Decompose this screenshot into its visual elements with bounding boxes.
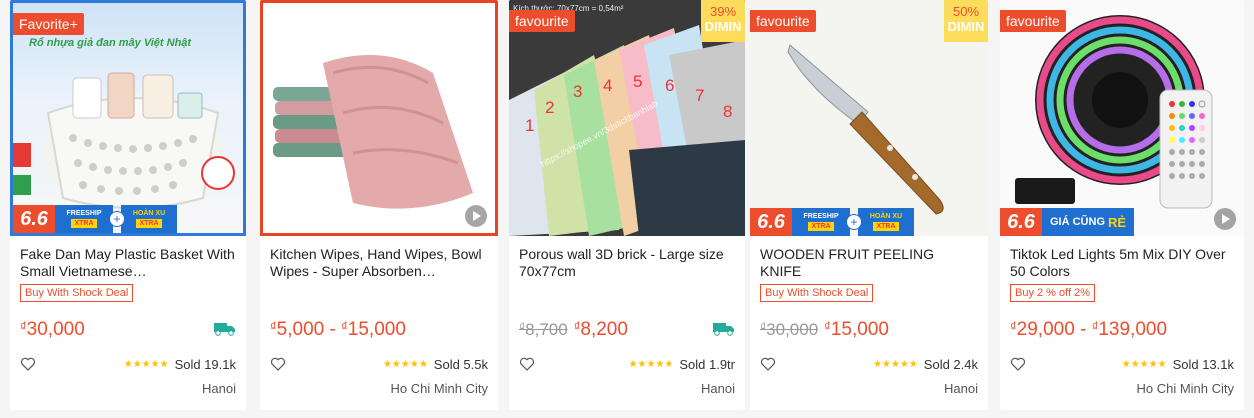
rating-stars-icon: ★★★★★ (628, 358, 674, 370)
play-icon[interactable] (465, 205, 487, 227)
rating-stars-icon: ★★★★★ (123, 358, 169, 370)
price-row: ₫5,000 - ₫15,000 (270, 318, 488, 342)
product-price: ₫30,000 (20, 319, 85, 340)
discount-badge: 50% DIMIN (944, 0, 988, 42)
product-image[interactable]: favourite 50% DIMIN 6.6 FREESHIP XTRA + … (750, 0, 988, 236)
heart-outline-icon[interactable] (760, 356, 776, 372)
heart-outline-icon[interactable] (270, 356, 286, 372)
product-info: Fake Dan May Plastic Basket With Small V… (10, 236, 246, 410)
sold-count: Sold 13.1k (1172, 356, 1234, 372)
discount-badge: 39% DIMIN (701, 0, 745, 42)
price-row: ₫8,700 ₫8,200 (519, 318, 735, 342)
product-image[interactable]: Kích thước: 70x77cm = 0,54m² https://sho… (509, 0, 745, 236)
shock-deal-tag: Buy With Shock Deal (20, 284, 134, 302)
panel-number: 1 (525, 116, 535, 135)
product-info: Porous wall 3D brick - Large size 70x77c… (509, 236, 745, 410)
freeship-xtra-badge: FREESHIP XTRA (792, 208, 850, 236)
meta-row: ★★★★★ Sold 2.4k (760, 354, 978, 374)
panel-number: 2 (545, 98, 555, 117)
original-price: ₫8,700 (519, 320, 568, 339)
promo-66-badge: 6.6 (750, 208, 792, 236)
sold-count: Sold 1.9tr (679, 356, 735, 372)
rating-stars-icon: ★★★★★ (1121, 358, 1167, 370)
sold-count: Sold 2.4k (923, 356, 978, 372)
plus-icon: + (109, 211, 125, 227)
product-card[interactable]: Favorite+ Rổ nhựa giả đan mây Việt Nhật … (10, 0, 246, 410)
panel-number: 7 (695, 86, 705, 105)
product-image[interactable]: favourite 6.6 GIÁ CŨNG RẺ (1000, 0, 1244, 236)
product-card[interactable]: Kitchen Wipes, Hand Wipes, Bowl Wipes - … (260, 0, 498, 410)
panel-number: 4 (603, 76, 613, 95)
freeship-xtra-badge: FREESHIP XTRA (55, 205, 113, 233)
shop-location: Hanoi (202, 381, 236, 396)
promo-bar: 6.6 GIÁ CŨNG RẺ (1000, 208, 1244, 236)
product-image[interactable]: Favorite+ Rổ nhựa giả đan mây Việt Nhật … (10, 0, 246, 236)
hoanxu-xtra-badge: HOÀN XU XTRA (858, 208, 914, 236)
bundle-deal-tag: Buy 2 % off 2% (1010, 284, 1096, 302)
product-info: WOODEN FRUIT PEELING KNIFE Buy With Shoc… (750, 236, 988, 410)
promo-bar: 6.6 FREESHIP XTRA + HOÀN XU XTRA (750, 208, 988, 236)
product-image[interactable] (260, 0, 498, 236)
free-shipping-truck-icon (214, 323, 235, 336)
product-card[interactable]: favourite 6.6 GIÁ CŨNG RẺ Tiktok Led Ligh… (1000, 0, 1244, 410)
heart-outline-icon[interactable] (20, 356, 36, 372)
favourite-badge: favourite (1000, 10, 1066, 32)
sold-count: Sold 19.1k (174, 356, 236, 372)
favorite-plus-badge: Favorite+ (13, 13, 84, 35)
promo-66-badge: 6.6 (13, 205, 55, 233)
product-title[interactable]: WOODEN FRUIT PEELING KNIFE (760, 246, 978, 280)
led-strip-illustration (1000, 0, 1244, 236)
panel-number: 8 (723, 102, 733, 121)
product-title[interactable]: Fake Dan May Plastic Basket With Small V… (20, 246, 236, 280)
product-grid: Favorite+ Rổ nhựa giả đan mây Việt Nhật … (0, 0, 1254, 418)
image-headline: Rổ nhựa giả đan mây Việt Nhật (29, 37, 192, 49)
product-info: Kitchen Wipes, Hand Wipes, Bowl Wipes - … (260, 236, 498, 410)
shop-location: Ho Chi Minh City (1136, 381, 1234, 396)
shop-location: Hanoi (701, 381, 735, 396)
panel-number: 3 (573, 82, 583, 101)
original-price: ₫30,000 (760, 320, 819, 339)
heart-outline-icon[interactable] (1010, 356, 1026, 372)
meta-row: ★★★★★ Sold 13.1k (1010, 354, 1234, 374)
panel-number: 5 (633, 72, 643, 91)
sold-count: Sold 5.5k (433, 356, 488, 372)
free-shipping-truck-icon (713, 323, 734, 336)
product-title[interactable]: Kitchen Wipes, Hand Wipes, Bowl Wipes - … (270, 246, 488, 280)
product-title[interactable]: Porous wall 3D brick - Large size 70x77c… (519, 246, 735, 280)
heart-outline-icon[interactable] (519, 356, 535, 372)
product-info: Tiktok Led Lights 5m Mix DIY Over 50 Col… (1000, 236, 1244, 410)
gia-cung-re-badge: GIÁ CŨNG RẺ (1042, 208, 1135, 236)
panel-number: 6 (665, 76, 675, 95)
promo-66-badge: 6.6 (1000, 208, 1042, 236)
product-price-range: ₫29,000 - ₫139,000 (1010, 319, 1168, 340)
price-row: ₫30,000 ₫15,000 (760, 318, 978, 342)
favourite-badge: favourite (750, 10, 816, 32)
product-card[interactable]: favourite 50% DIMIN 6.6 FREESHIP XTRA + … (750, 0, 988, 410)
product-price-range: ₫5,000 - ₫15,000 (270, 319, 406, 340)
price-row: ₫29,000 - ₫139,000 (1010, 318, 1234, 342)
shop-location: Ho Chi Minh City (390, 381, 488, 396)
hoanxu-xtra-badge: HOÀN XU XTRA (121, 205, 177, 233)
product-price: ₫8,200 (573, 319, 628, 340)
meta-row: ★★★★★ Sold 1.9tr (519, 354, 735, 374)
shop-location: Hanoi (944, 381, 978, 396)
rating-stars-icon: ★★★★★ (382, 358, 428, 370)
shock-deal-tag: Buy With Shock Deal (760, 284, 874, 302)
rating-stars-icon: ★★★★★ (872, 358, 918, 370)
meta-row: ★★★★★ Sold 19.1k (20, 354, 236, 374)
towels-illustration (263, 3, 495, 233)
promo-bar: 6.6 FREESHIP XTRA + HOÀN XU XTRA (13, 205, 243, 233)
meta-row: ★★★★★ Sold 5.5k (270, 354, 488, 374)
favourite-badge: favourite (509, 10, 575, 32)
product-title[interactable]: Tiktok Led Lights 5m Mix DIY Over 50 Col… (1010, 246, 1234, 280)
product-price: ₫15,000 (824, 319, 889, 340)
play-icon[interactable] (1214, 208, 1236, 230)
price-row: ₫30,000 (20, 318, 236, 342)
product-card[interactable]: Kích thước: 70x77cm = 0,54m² https://sho… (509, 0, 745, 410)
plus-icon: + (846, 214, 862, 230)
